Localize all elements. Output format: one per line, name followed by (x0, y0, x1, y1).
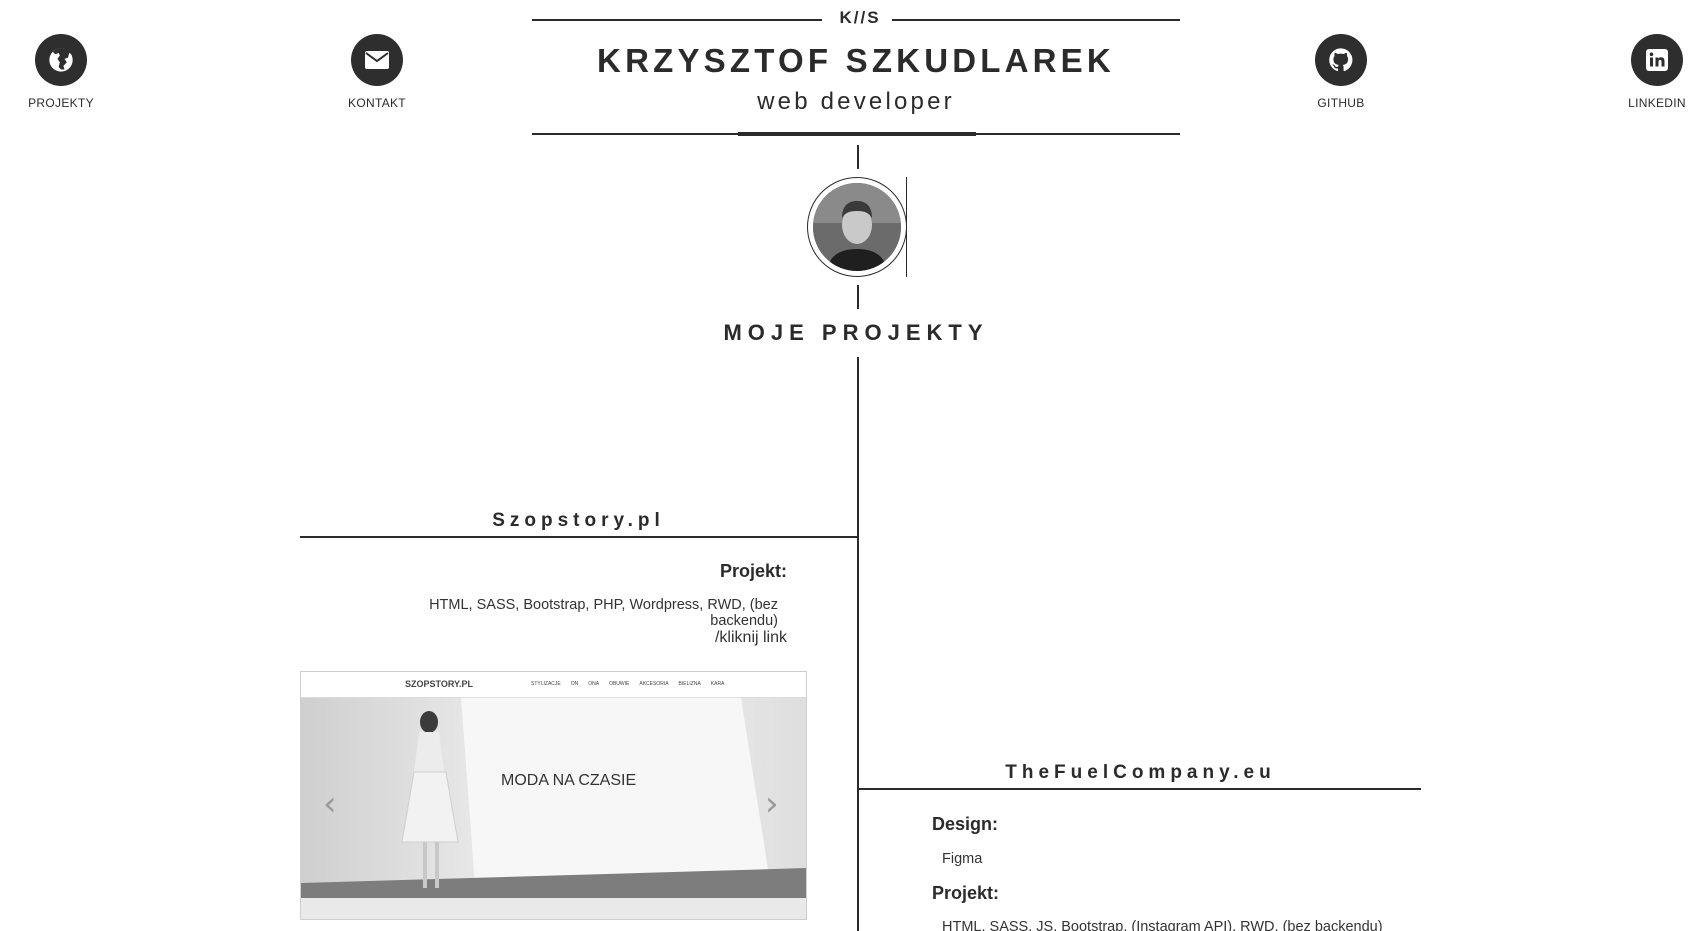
screenshot-navbar: SZOPSTORY.PL STYLIZACJE ON ONA OBUWIE AK… (301, 672, 806, 698)
project-technologies-2: HTML, SASS, JS, Bootstrap, (Instagram AP… (942, 919, 1383, 931)
design-tool: Figma (942, 851, 983, 867)
linkedin-icon (1631, 34, 1683, 86)
monogram: K//S (839, 8, 881, 27)
avatar-photo (813, 183, 901, 271)
project-label: Projekt: (719, 561, 787, 581)
timeline-mid-segment (857, 285, 859, 309)
nav-label-github: GITHUB (1317, 96, 1365, 110)
project-link[interactable]: /kliknij link (600, 629, 787, 647)
screenshot-menu-item: ONA (588, 681, 600, 687)
nav-label-projekty: PROJEKTY (28, 96, 94, 110)
nav-linkedin[interactable]: LINKEDIN (1624, 34, 1690, 110)
chevron-left-icon: ‹ (323, 784, 337, 824)
nav-projekty[interactable]: PROJEKTY (28, 34, 94, 110)
nav-label-linkedin: LINKEDIN (1628, 96, 1686, 110)
nav-github[interactable]: GITHUB (1310, 34, 1372, 110)
screenshot-menu-item: STYLIZACJE (531, 681, 561, 687)
screenshot-menu-item: OBUWIE (609, 681, 630, 687)
page-subtitle: web developer (757, 88, 955, 115)
project-technologies: HTML, SASS, Bootstrap, PHP, Wordpress, R… (429, 597, 778, 629)
screenshot-menu-item: BIELIZNA (678, 681, 701, 687)
project-title-thefuelcompany: TheFuelCompany.eu (1005, 762, 1276, 783)
header-top-line-left (532, 19, 822, 21)
screenshot-heading: MODA NA CZASIE (501, 772, 637, 789)
header-bottom-accent (738, 132, 976, 136)
avatar-side-mark (906, 177, 907, 277)
project-title-szopstory: Szopstory.pl (492, 510, 665, 531)
screenshot-menu-item: ON (570, 681, 579, 687)
mail-icon (351, 34, 403, 86)
timeline-top-segment (857, 145, 859, 169)
avatar (807, 177, 907, 277)
design-label: Design: (932, 814, 999, 834)
header-top-line-right (892, 19, 1180, 21)
globe-icon (35, 34, 87, 86)
screenshot-hero-art (301, 698, 806, 898)
section-title: MOJE PROJEKTY (723, 320, 989, 345)
screenshot-menu: STYLIZACJE ON ONA OBUWIE AKCESORIA BIELI… (531, 681, 724, 687)
project-screenshot-szopstory[interactable]: SZOPSTORY.PL STYLIZACJE ON ONA OBUWIE AK… (300, 671, 807, 920)
screenshot-hero: MODA NA CZASIE (301, 698, 806, 898)
project-label-2: Projekt: (932, 883, 1000, 903)
page-title: KRZYSZTOF SZKUDLAREK (597, 42, 1115, 79)
timeline-main (857, 357, 859, 931)
screenshot-menu-item: AKCESORIA (639, 681, 669, 687)
nav-kontakt[interactable]: KONTAKT (344, 34, 410, 110)
screenshot-logo: SZOPSTORY.PL (405, 679, 474, 689)
nav-label-kontakt: KONTAKT (348, 96, 406, 110)
project-underline-szopstory (300, 536, 858, 538)
screenshot-menu-item: KARA (710, 681, 725, 687)
chevron-right-icon: › (765, 784, 779, 824)
project-underline-thefuelcompany (859, 788, 1421, 790)
github-icon (1315, 34, 1367, 86)
